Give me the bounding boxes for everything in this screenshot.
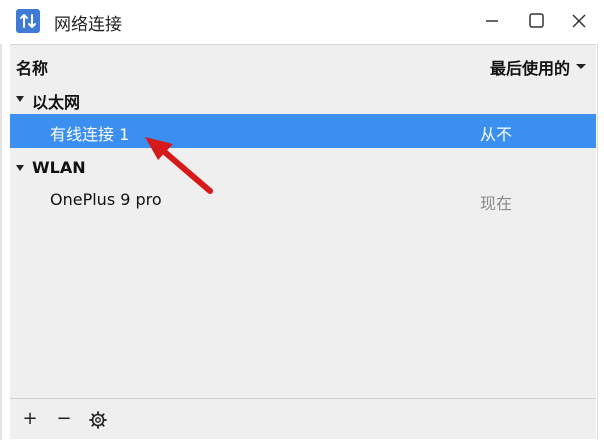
group-label: WLAN — [32, 158, 86, 177]
window-title: 网络连接 — [54, 15, 122, 35]
bottom-toolbar: + − — [10, 398, 596, 439]
network-updown-icon — [16, 9, 40, 33]
expander-triangle-icon[interactable] — [16, 165, 24, 171]
connection-row[interactable]: OnePlus 9 pro 现在 — [10, 183, 596, 217]
close-icon[interactable] — [566, 8, 592, 34]
gear-icon[interactable] — [87, 409, 109, 431]
remove-connection-button[interactable]: − — [53, 409, 75, 431]
window-right-edge — [597, 44, 598, 440]
minimize-icon[interactable] — [479, 8, 505, 34]
maximize-icon[interactable] — [523, 8, 549, 34]
expander-triangle-icon[interactable] — [16, 96, 24, 102]
connection-name: 有线连接 1 — [50, 125, 130, 144]
add-connection-button[interactable]: + — [19, 409, 41, 431]
title-bar: 网络连接 — [0, 0, 604, 42]
group-ethernet[interactable]: 以太网 — [10, 83, 596, 115]
column-name-header[interactable]: 名称 — [16, 55, 48, 79]
connection-name: OnePlus 9 pro — [50, 190, 162, 209]
group-wlan[interactable]: WLAN — [10, 152, 596, 184]
connection-row-selected[interactable]: 有线连接 1 从不 — [10, 114, 596, 148]
connection-list[interactable]: 名称 最后使用的 以太网 有线连接 1 从不 WLAN OnePlus 9 pr… — [10, 44, 596, 399]
connection-last-used: 从不 — [480, 125, 513, 144]
column-header: 名称 最后使用的 — [10, 45, 596, 81]
connection-last-used: 现在 — [480, 194, 513, 213]
column-last-used-header[interactable]: 最后使用的 — [490, 55, 570, 79]
window-left-edge — [0, 44, 2, 440]
sort-caret-icon[interactable] — [576, 64, 586, 69]
group-label: 以太网 — [32, 93, 81, 112]
